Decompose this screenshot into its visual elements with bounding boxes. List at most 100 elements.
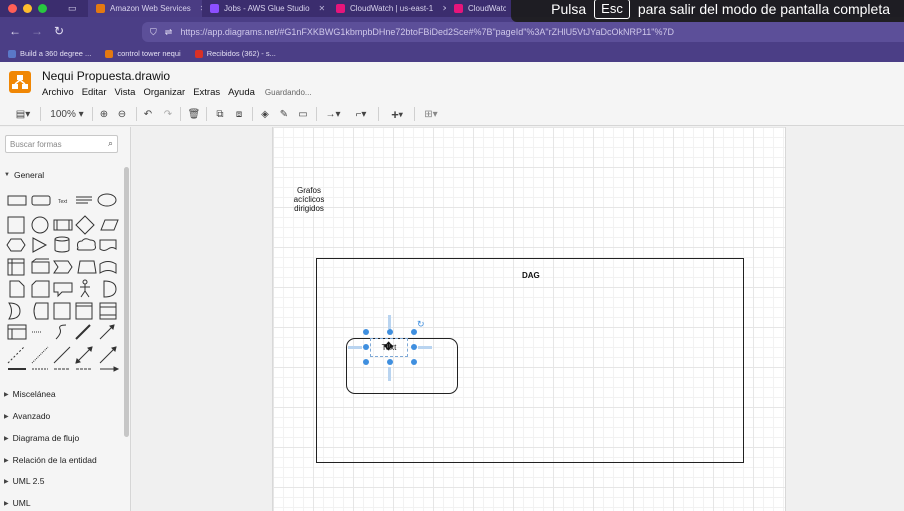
section-label: Miscelánea bbox=[12, 389, 56, 399]
zoom-in-icon[interactable]: ⊕ bbox=[98, 106, 110, 122]
or-shape bbox=[103, 280, 117, 298]
section-diagrama-flujo[interactable]: ▶ Diagrama de flujo bbox=[4, 433, 79, 443]
resize-handle-w[interactable] bbox=[363, 344, 369, 350]
resize-handle-s[interactable] bbox=[387, 359, 393, 365]
tab-label: Jobs - AWS Glue Studio bbox=[224, 4, 310, 13]
grafos-text[interactable]: Grafos acíclicos dirigidos bbox=[282, 186, 336, 213]
chevron-right-icon: ▶ bbox=[4, 391, 9, 398]
notice-text-pre: Pulsa bbox=[551, 1, 587, 17]
waypoints-icon[interactable]: ⌐▾ bbox=[350, 106, 372, 122]
tab-label: CloudWatch | us-east-1 bbox=[350, 4, 434, 13]
section-label: UML bbox=[12, 498, 31, 508]
menu-organizar[interactable]: Organizar bbox=[143, 87, 185, 98]
zoom-out-icon[interactable]: ⊖ bbox=[116, 106, 128, 122]
fullscreen-notice: Pulsa Esc para salir del modo de pantall… bbox=[511, 0, 904, 22]
tab-cloudwatch-2[interactable]: CloudWatch bbox=[446, 0, 506, 17]
back-icon[interactable]: ← bbox=[4, 24, 26, 38]
toolbar: ▤▾ 100% ▾ ⊕ ⊖ ↶ ↷ 🗑 ⧉ ⧈ ◈ ✎ ▭ →▾ ⌐▾ + ▾ ⊞… bbox=[0, 102, 904, 126]
zoom-dropdown[interactable]: 100% ▾ bbox=[48, 106, 86, 122]
rotate-handle-icon[interactable]: ↻ bbox=[417, 319, 425, 330]
toolbar-separator bbox=[40, 107, 41, 121]
bookmark-item[interactable]: Build a 360 degree ... bbox=[8, 49, 91, 58]
drawio-logo-icon bbox=[9, 71, 31, 93]
forward-icon[interactable]: → bbox=[26, 24, 48, 38]
dag-label[interactable]: DAG bbox=[522, 271, 540, 280]
callout-shape bbox=[53, 282, 73, 298]
menu-bar: Archivo Editar Vista Organizar Extras Ay… bbox=[42, 87, 312, 98]
menu-editar[interactable]: Editar bbox=[82, 87, 107, 98]
move-cursor-icon: ✥ bbox=[384, 341, 394, 353]
fill-color-icon[interactable]: ◈ bbox=[259, 106, 271, 122]
table-icon[interactable]: ⊞▾ bbox=[420, 106, 442, 122]
search-placeholder: Buscar formas bbox=[10, 139, 62, 149]
line-color-icon[interactable]: ✎ bbox=[278, 106, 290, 122]
reload-icon[interactable]: ↻ bbox=[48, 24, 70, 38]
shield-icon[interactable]: ⛉ bbox=[150, 27, 157, 38]
resize-handle-se[interactable] bbox=[411, 359, 417, 365]
to-back-icon[interactable]: ⧈ bbox=[233, 106, 245, 122]
toolbar-separator bbox=[92, 107, 93, 121]
bookmark-label: control tower nequi bbox=[117, 49, 181, 58]
section-avanzado[interactable]: ▶ Avanzado bbox=[4, 411, 50, 421]
search-icon[interactable]: ⌕ bbox=[108, 138, 113, 149]
tab-glue[interactable]: Jobs - AWS Glue Studio ✕ bbox=[202, 0, 328, 17]
section-general[interactable]: ▼ General bbox=[4, 170, 44, 180]
close-window-icon[interactable] bbox=[8, 4, 17, 13]
fullscreen-window-icon[interactable] bbox=[38, 4, 47, 13]
resize-handle-nw[interactable] bbox=[363, 329, 369, 335]
rounded-rectangle-shape bbox=[31, 195, 51, 206]
sidebar-scrollbar-thumb[interactable] bbox=[124, 167, 129, 437]
chevron-right-icon: ▶ bbox=[4, 435, 9, 442]
data-storage-shape bbox=[33, 302, 49, 320]
connect-arrow-left-icon[interactable] bbox=[348, 346, 362, 349]
menu-ayuda[interactable]: Ayuda bbox=[228, 87, 255, 98]
section-relacion-entidad[interactable]: ▶ Relación de la entidad bbox=[4, 455, 97, 465]
to-front-icon[interactable]: ⧉ bbox=[214, 106, 226, 122]
chevron-right-icon: ▶ bbox=[4, 457, 9, 464]
section-uml-25[interactable]: ▶ UML 2.5 bbox=[4, 476, 44, 486]
insert-icon[interactable]: + ▾ bbox=[386, 106, 408, 122]
search-shapes-input[interactable]: Buscar formas ⌕ bbox=[5, 135, 118, 153]
gmail-favicon-icon bbox=[194, 49, 203, 58]
url-bar[interactable]: ⛉ ⇌ https://app.diagrams.net/#G1nFXKBWG1… bbox=[142, 22, 904, 42]
minimize-window-icon[interactable] bbox=[23, 4, 32, 13]
cloudwatch-favicon-icon bbox=[454, 4, 463, 13]
note-shape bbox=[9, 280, 25, 298]
close-tab-icon[interactable]: ✕ bbox=[319, 4, 326, 13]
section-uml[interactable]: ▶ UML bbox=[4, 498, 31, 508]
bookmark-item[interactable]: Recibidos (362) - s... bbox=[194, 49, 276, 58]
connect-arrow-right-icon[interactable] bbox=[418, 346, 432, 349]
shadow-icon[interactable]: ▭ bbox=[297, 106, 309, 122]
resize-handle-n[interactable] bbox=[387, 329, 393, 335]
aws-favicon-icon bbox=[96, 4, 105, 13]
resize-handle-e[interactable] bbox=[411, 344, 417, 350]
connect-arrow-down-icon[interactable] bbox=[388, 367, 391, 381]
tab-group-icon[interactable]: ▭ bbox=[60, 0, 88, 17]
parallelogram-shape bbox=[100, 219, 119, 231]
bookmark-item[interactable]: control tower nequi bbox=[105, 49, 181, 58]
toolbar-separator bbox=[252, 107, 253, 121]
shapes-sidebar: Buscar formas ⌕ ▼ General Text ▶ Miscelá… bbox=[0, 127, 131, 511]
document-title[interactable]: Nequi Propuesta.drawio bbox=[42, 69, 170, 83]
circle-shape bbox=[31, 216, 49, 234]
menu-vista[interactable]: Vista bbox=[115, 87, 136, 98]
section-miscelanea[interactable]: ▶ Miscelánea bbox=[4, 389, 56, 399]
bookmark-favicon-icon bbox=[105, 49, 114, 58]
resize-handle-sw[interactable] bbox=[363, 359, 369, 365]
bookmark-label: Build a 360 degree ... bbox=[20, 49, 92, 58]
diagram-canvas[interactable]: Grafos acíclicos dirigidos DAG Text ↻ ✥ bbox=[132, 127, 904, 511]
hexagon-shape bbox=[6, 238, 26, 252]
format-panel-icon[interactable]: ▤▾ bbox=[12, 106, 34, 122]
connect-arrow-up-icon[interactable] bbox=[388, 315, 391, 329]
tab-aws[interactable]: Amazon Web Services ✕ bbox=[88, 0, 202, 17]
site-settings-icon[interactable]: ⇌ bbox=[165, 27, 173, 38]
undo-icon[interactable]: ↶ bbox=[142, 106, 154, 122]
menu-extras[interactable]: Extras bbox=[193, 87, 220, 98]
delete-icon[interactable]: 🗑 bbox=[188, 106, 201, 122]
connection-icon[interactable]: →▾ bbox=[322, 106, 344, 122]
menu-archivo[interactable]: Archivo bbox=[42, 87, 74, 98]
shape-palette[interactable]: Text bbox=[6, 191, 122, 373]
tab-cloudwatch[interactable]: CloudWatch | us-east-1 ✕ bbox=[328, 0, 446, 17]
redo-icon[interactable]: ↷ bbox=[162, 106, 174, 122]
tab-label: Amazon Web Services bbox=[110, 4, 191, 13]
